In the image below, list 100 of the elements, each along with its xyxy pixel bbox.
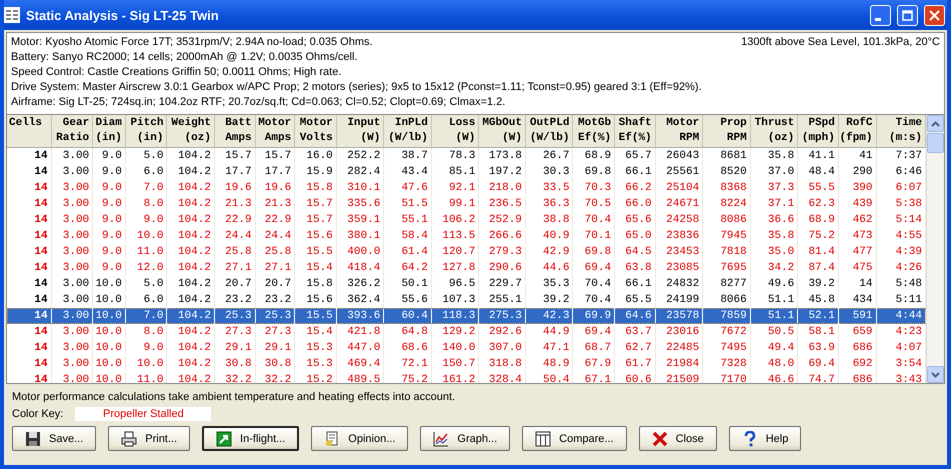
column-header[interactable]: Motor RPM — [656, 115, 704, 147]
table-row[interactable]: 14 3.00 10.0 5.0 104.2 20.7 20.7 15.8 326.2 50.1 96.5 229.7 35.3 70.4 66.1 24832 8277 49.6 39.2 14 5:48 — [7, 276, 926, 292]
table-row[interactable]: 14 3.00 9.0 8.0 104.2 21.3 21.3 15.7 335.6 51.5 99.1 236.5 36.3 70.5 66.0 24671 8224 37.1 62.3 439 5:38 — [7, 196, 926, 212]
column-header[interactable]: Shaft Ef(%) — [615, 115, 656, 147]
graph-button[interactable]: Graph... — [420, 426, 510, 451]
table-cell: 39.2 — [798, 276, 839, 292]
column-header[interactable]: Cells — [7, 115, 52, 147]
table-cell: 279.3 — [479, 244, 526, 260]
table-cell: 25.3 — [256, 308, 296, 324]
table-cell: 15.4 — [295, 324, 337, 340]
table-cell: 10.0 — [93, 340, 126, 356]
table-cell: 421.8 — [336, 324, 384, 340]
table-cell: 14 — [838, 276, 876, 292]
table-cell: 66.0 — [615, 196, 656, 212]
save-button[interactable]: Save... — [12, 426, 96, 451]
table-row[interactable]: 14 3.00 9.0 10.0 104.2 24.4 24.4 15.6 380.1 58.4 113.5 266.6 40.9 70.1 65.0 23836 7945 35.8 75.2 473 4:55 — [7, 228, 926, 244]
table-row[interactable]: 14 3.00 10.0 9.0 104.2 29.1 29.1 15.3 447.0 68.6 140.0 307.0 47.1 68.7 62.7 22485 7495 49.4 63.9 686 4:07 — [7, 340, 926, 356]
table-cell: 113.5 — [432, 228, 480, 244]
table-row[interactable]: 14 3.00 10.0 11.0 104.2 32.2 32.2 15.2 489.5 75.2 161.2 328.4 50.4 67.1 60.6 21509 7170 46.6 74.7 686 3:43 — [7, 372, 926, 383]
table-cell: 15.9 — [295, 164, 337, 180]
column-header[interactable]: Loss (W) — [432, 115, 480, 147]
minimize-button[interactable] — [870, 4, 891, 26]
close-button[interactable] — [924, 4, 945, 26]
column-header[interactable]: Motor Amps — [256, 115, 296, 147]
table-cell: 21509 — [656, 372, 704, 383]
column-header[interactable]: Thrust (oz) — [750, 115, 798, 147]
window-title: Static Analysis - Sig LT-25 Twin — [26, 8, 220, 22]
table-cell: 38.8 — [526, 212, 574, 228]
print-button[interactable]: Print... — [108, 426, 190, 451]
column-header[interactable]: Weight (oz) — [167, 115, 215, 147]
table-cell: 8277 — [703, 276, 751, 292]
table-row[interactable]: 14 3.00 9.0 5.0 104.2 15.7 15.7 16.0 252.2 38.7 78.3 173.8 26.7 68.9 65.7 26043 8681 35.8 41.1 41 7:37 — [7, 148, 926, 164]
table-cell: 173.8 — [479, 148, 526, 164]
table-cell: 78.3 — [432, 148, 480, 164]
table-cell: 9.0 — [93, 196, 126, 212]
column-header[interactable]: InPLd (W/lb) — [384, 115, 432, 147]
table-cell: 61.7 — [615, 356, 656, 372]
table-cell: 15.7 — [214, 148, 256, 164]
table-cell: 3.00 — [52, 164, 94, 180]
table-row[interactable]: 14 3.00 9.0 11.0 104.2 25.8 25.8 15.5 400.0 61.4 120.7 279.3 42.9 69.8 64.5 23453 7818 35.0 81.4 477 4:39 — [7, 244, 926, 260]
chevron-up-icon — [931, 120, 940, 126]
opinion-button[interactable]: Opinion... — [311, 426, 408, 451]
table-cell: 44.9 — [526, 324, 574, 340]
table-row[interactable]: 14 3.00 10.0 8.0 104.2 27.3 27.3 15.4 421.8 64.8 129.2 292.6 44.9 69.4 63.7 23016 7672 50.5 58.1 659 4:23 — [7, 324, 926, 340]
column-header[interactable]: Prop RPM — [703, 115, 751, 147]
table-cell: 52.1 — [798, 308, 839, 324]
table-cell: 36.6 — [750, 212, 798, 228]
table-row[interactable]: 14 3.00 10.0 10.0 104.2 30.8 30.8 15.3 469.4 72.1 150.7 318.8 48.9 67.9 61.7 21984 7328 48.0 69.4 692 3:54 — [7, 356, 926, 372]
table-cell: 14 — [7, 244, 52, 260]
table-cell: 469.4 — [336, 356, 384, 372]
table-cell: 68.9 — [573, 148, 616, 164]
table-cell: 8681 — [703, 148, 751, 164]
table-cell: 64.6 — [615, 308, 656, 324]
column-header[interactable]: Input (W) — [336, 115, 384, 147]
table-cell: 252.9 — [479, 212, 526, 228]
close-dialog-button[interactable]: Close — [638, 426, 717, 451]
column-header[interactable]: Motor Volts — [295, 115, 337, 147]
maximize-button[interactable] — [897, 4, 918, 26]
table-cell: 140.0 — [432, 340, 480, 356]
column-header[interactable]: PSpd (mph) — [798, 115, 839, 147]
table-row[interactable]: 14 3.00 9.0 12.0 104.2 27.1 27.1 15.4 418.4 64.2 127.8 290.6 44.6 69.4 63.8 23085 7695 34.2 87.4 475 4:26 — [7, 260, 926, 276]
table-cell: 15.8 — [295, 180, 337, 196]
table-cell: 55.1 — [384, 212, 432, 228]
table-cell: 36.3 — [526, 196, 574, 212]
column-header[interactable]: Pitch (in) — [126, 115, 168, 147]
table-cell: 477 — [838, 244, 876, 260]
table-cell: 69.9 — [573, 308, 616, 324]
inflight-button[interactable]: In-flight... — [202, 426, 300, 451]
column-header[interactable]: Gear Ratio — [52, 115, 94, 147]
table-cell: 7945 — [703, 228, 751, 244]
table-row[interactable]: 14 3.00 9.0 9.0 104.2 22.9 22.9 15.7 359.1 55.1 106.2 252.9 38.8 70.4 65.6 24258 8086 36.6 68.9 462 5:14 — [7, 212, 926, 228]
column-header[interactable]: Batt Amps — [214, 115, 256, 147]
table-cell: 6.0 — [126, 164, 168, 180]
table-cell: 27.3 — [256, 324, 296, 340]
column-header[interactable]: MGbOut (W) — [479, 115, 526, 147]
table-cell: 27.1 — [256, 260, 296, 276]
table-row[interactable]: 14 3.00 10.0 7.0 104.2 25.3 25.3 15.5 393.6 60.4 118.3 275.3 42.3 69.9 64.6 23578 7859 51.1 52.1 591 4:44 — [7, 308, 926, 324]
table-row[interactable]: 14 3.00 9.0 7.0 104.2 19.6 19.6 15.8 310.1 47.6 92.1 218.0 33.5 70.3 66.2 25104 8368 37.3 55.5 390 6:07 — [7, 180, 926, 196]
table-cell: 14 — [7, 196, 52, 212]
table-row[interactable]: 14 3.00 9.0 6.0 104.2 17.7 17.7 15.9 282.4 43.4 85.1 197.2 30.3 69.8 66.1 25561 8520 37.0 48.4 290 6:46 — [7, 164, 926, 180]
scrollbar-thumb[interactable] — [927, 133, 944, 153]
column-header[interactable]: Diam (in) — [93, 115, 126, 147]
column-header[interactable]: MotGb Ef(%) — [573, 115, 616, 147]
scroll-down-button[interactable] — [927, 366, 944, 383]
table-cell: 66.1 — [615, 164, 656, 180]
table-cell: 3.00 — [52, 308, 94, 324]
compare-button[interactable]: Compare... — [522, 426, 627, 451]
table-cell: 9.0 — [93, 228, 126, 244]
table-cell: 66.1 — [615, 276, 656, 292]
help-button[interactable]: Help — [728, 426, 802, 451]
table-cell: 659 — [838, 324, 876, 340]
table-cell: 11.0 — [126, 244, 168, 260]
table-cell: 37.0 — [750, 164, 798, 180]
column-header[interactable]: RofC (fpm) — [838, 115, 877, 147]
table-cell: 3.00 — [52, 324, 94, 340]
table-cell: 35.0 — [750, 244, 798, 260]
column-header[interactable]: OutPLd (W/lb) — [526, 115, 574, 147]
scroll-up-button[interactable] — [927, 115, 944, 132]
color-key-label: Color Key: — [12, 408, 64, 420]
table-cell: 27.3 — [214, 324, 256, 340]
